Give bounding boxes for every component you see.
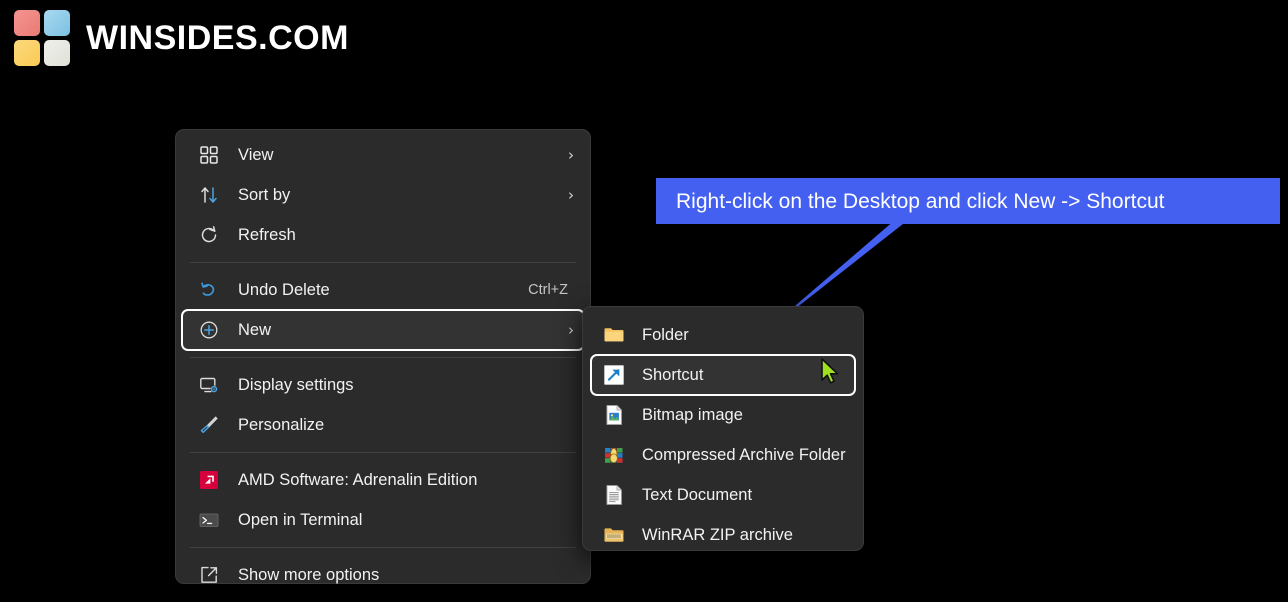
submenu-item-folder[interactable]: Folder (591, 315, 855, 355)
menu-item-amd-software[interactable]: AMD Software: Adrenalin Edition (182, 460, 584, 500)
menu-item-show-more-options[interactable]: Show more options (182, 555, 584, 595)
menu-separator (190, 452, 576, 453)
grid-view-icon (198, 144, 220, 166)
submenu-item-label: Bitmap image (642, 405, 743, 424)
menu-item-label: Open in Terminal (238, 510, 363, 529)
submenu-item-label: Compressed Archive Folder (642, 445, 846, 464)
chevron-right-icon: › (568, 185, 574, 204)
show-more-options-icon (198, 564, 220, 586)
menu-item-display-settings[interactable]: Display settings (182, 365, 584, 405)
submenu-item-label: WinRAR ZIP archive (642, 525, 793, 544)
menu-item-open-in-terminal[interactable]: Open in Terminal (182, 500, 584, 540)
bitmap-image-icon (603, 404, 625, 426)
chevron-right-icon: › (568, 145, 574, 164)
submenu-item-label: Text Document (642, 485, 753, 504)
plus-circle-icon (198, 319, 220, 341)
menu-item-label: Refresh (238, 225, 296, 244)
folder-icon (603, 324, 625, 346)
submenu-item-shortcut[interactable]: Shortcut (590, 354, 856, 396)
submenu-item-winrar-zip-archive[interactable]: WinRAR ZIP archive (591, 515, 855, 555)
paintbrush-icon (198, 414, 220, 436)
callout-text: Right-click on the Desktop and click New… (676, 189, 1165, 213)
menu-item-label: Personalize (238, 415, 325, 434)
mouse-pointer-icon (821, 358, 839, 384)
monitor-gear-icon (198, 374, 220, 396)
menu-item-label: Undo Delete (238, 280, 330, 299)
submenu-item-text-document[interactable]: Text Document (591, 475, 855, 515)
menu-item-new[interactable]: New › (181, 309, 585, 351)
menu-separator (190, 357, 576, 358)
submenu-item-label: Folder (642, 325, 689, 344)
undo-icon (198, 279, 220, 301)
refresh-icon (198, 224, 220, 246)
site-watermark: WINSIDES.COM (14, 10, 349, 66)
menu-item-shortcut: Ctrl+Z (528, 282, 568, 298)
amd-logo-icon (198, 469, 220, 491)
menu-item-view[interactable]: View › (182, 135, 584, 175)
menu-item-label: Show more options (238, 565, 380, 584)
menu-item-label: Sort by (238, 185, 291, 204)
sort-arrows-icon (198, 184, 220, 206)
terminal-icon (198, 509, 220, 531)
winrar-zip-icon (603, 524, 625, 546)
menu-item-label: AMD Software: Adrenalin Edition (238, 470, 478, 489)
four-squares-logo-icon (14, 10, 70, 66)
callout-banner: Right-click on the Desktop and click New… (656, 178, 1280, 224)
menu-item-sort-by[interactable]: Sort by › (182, 175, 584, 215)
menu-separator (190, 547, 576, 548)
menu-item-refresh[interactable]: Refresh (182, 215, 584, 255)
menu-item-undo-delete[interactable]: Undo Delete Ctrl+Z (182, 270, 584, 310)
menu-item-label: View (238, 145, 274, 164)
brand-name: WINSIDES.COM (86, 19, 349, 57)
submenu-item-compressed-archive-folder[interactable]: Compressed Archive Folder (591, 435, 855, 475)
winrar-archive-icon (603, 444, 625, 466)
text-document-icon (603, 484, 625, 506)
desktop-context-menu[interactable]: View › Sort by › Refresh Undo Delete Ctr… (175, 129, 591, 584)
shortcut-arrow-icon (603, 364, 625, 386)
chevron-right-icon: › (568, 320, 574, 339)
menu-item-personalize[interactable]: Personalize (182, 405, 584, 445)
menu-item-label: Display settings (238, 375, 354, 394)
menu-item-label: New (238, 320, 272, 339)
submenu-item-bitmap-image[interactable]: Bitmap image (591, 395, 855, 435)
new-submenu[interactable]: Folder Shortcut Bitmap image Compressed … (582, 306, 864, 551)
menu-separator (190, 262, 576, 263)
submenu-item-label: Shortcut (642, 365, 704, 384)
